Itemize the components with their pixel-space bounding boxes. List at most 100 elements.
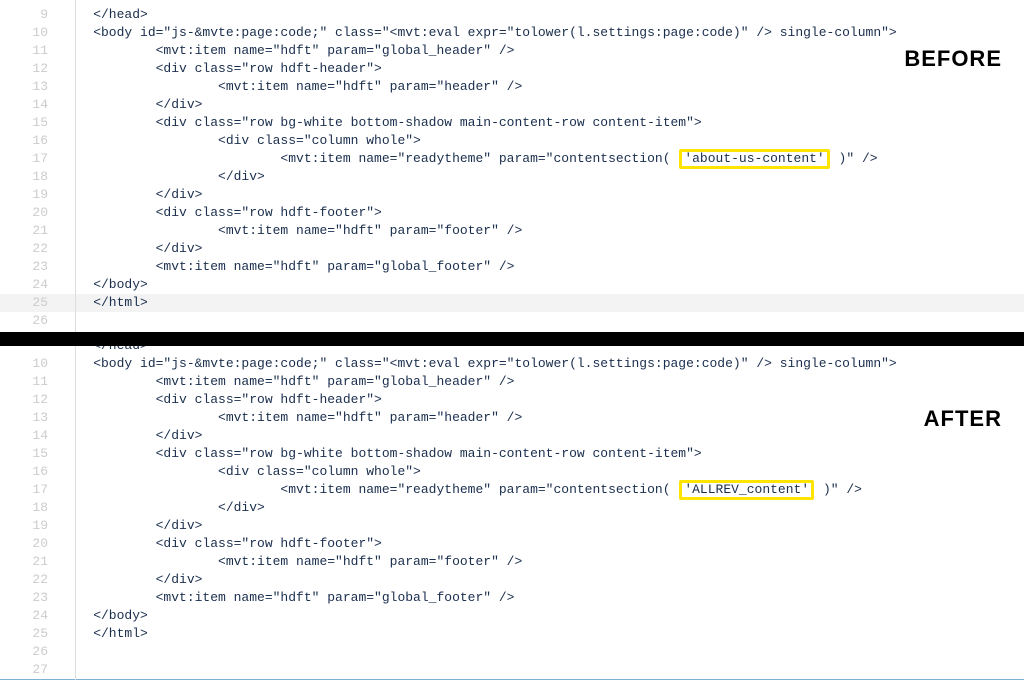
line-number: 18 <box>0 499 62 517</box>
code-text: <mvt:item name="hdft" param="global_foot… <box>62 258 514 276</box>
code-text: </div> <box>62 168 265 186</box>
code-text: <mvt:item name="hdft" param="global_head… <box>62 373 514 391</box>
code-text: <div class="row bg-white bottom-shadow m… <box>62 445 702 463</box>
code-line: 22 </div> <box>0 571 1024 589</box>
line-number: 11 <box>0 42 62 60</box>
code-text: <mvt:item name="readytheme" param="conte… <box>62 480 862 500</box>
line-number: 16 <box>0 132 62 150</box>
code-text: <body id="js-&mvte:page:code;" class="<m… <box>62 355 897 373</box>
line-number: 14 <box>0 427 62 445</box>
highlighted-token: 'about-us-content' <box>679 149 829 169</box>
line-number: 27 <box>0 661 62 679</box>
line-number: 22 <box>0 571 62 589</box>
line-number: 12 <box>0 60 62 78</box>
line-number: 26 <box>0 312 62 330</box>
code-line: 14 </div> <box>0 427 1024 445</box>
line-number: 12 <box>0 391 62 409</box>
code-line: 25 </html> <box>0 625 1024 643</box>
code-line: 9 </head> <box>0 6 1024 24</box>
code-text: <div class="row hdft-header"> <box>62 391 382 409</box>
code-line: 27 <box>0 661 1024 679</box>
code-text: </div> <box>62 427 202 445</box>
code-text: <mvt:item name="hdft" param="global_foot… <box>62 589 514 607</box>
code-text: <mvt:item name="hdft" param="footer" /> <box>62 553 522 571</box>
gutter-rule <box>75 0 76 332</box>
gutter-rule <box>75 346 76 680</box>
code-line: 18 </div> <box>0 168 1024 186</box>
code-editor-after: AFTER </head>10 <body id="js-&mvte:page:… <box>0 346 1024 680</box>
code-line: 11 <mvt:item name="hdft" param="global_h… <box>0 42 1024 60</box>
code-line: 17 <mvt:item name="readytheme" param="co… <box>0 481 1024 499</box>
line-number: 11 <box>0 373 62 391</box>
highlighted-token: 'ALLREV_content' <box>679 480 814 500</box>
code-line: 12 <div class="row hdft-header"> <box>0 60 1024 78</box>
code-line: </head> <box>0 346 1024 355</box>
line-number: 19 <box>0 517 62 535</box>
code-line: 21 <mvt:item name="hdft" param="footer" … <box>0 553 1024 571</box>
line-number: 10 <box>0 24 62 42</box>
code-line: 23 <mvt:item name="hdft" param="global_f… <box>0 589 1024 607</box>
code-text: <mvt:item name="hdft" param="global_head… <box>62 42 514 60</box>
line-number: 25 <box>0 294 62 312</box>
code-line: 20 <div class="row hdft-footer"> <box>0 204 1024 222</box>
line-number: 21 <box>0 222 62 240</box>
code-text: <mvt:item name="hdft" param="header" /> <box>62 409 522 427</box>
code-line: 10 <body id="js-&mvte:page:code;" class=… <box>0 24 1024 42</box>
line-number: 20 <box>0 535 62 553</box>
code-text: <mvt:item name="hdft" param="header" /> <box>62 78 522 96</box>
code-text: <body id="js-&mvte:page:code;" class="<m… <box>62 24 897 42</box>
line-number: 13 <box>0 78 62 96</box>
label-before: BEFORE <box>904 46 1002 72</box>
code-line: 23 <mvt:item name="hdft" param="global_f… <box>0 258 1024 276</box>
label-after: AFTER <box>924 406 1002 432</box>
section-divider <box>0 332 1024 346</box>
code-line: 19 </div> <box>0 186 1024 204</box>
code-line: 12 <div class="row hdft-header"> <box>0 391 1024 409</box>
line-number: 9 <box>0 6 62 24</box>
code-text: <mvt:item name="readytheme" param="conte… <box>62 149 878 169</box>
line-number: 18 <box>0 168 62 186</box>
line-number: 21 <box>0 553 62 571</box>
code-text: </div> <box>62 96 202 114</box>
line-number: 17 <box>0 150 62 168</box>
code-line: 24 </body> <box>0 276 1024 294</box>
code-text: </div> <box>62 499 265 517</box>
line-number: 15 <box>0 445 62 463</box>
code-text: <div class="column whole"> <box>62 132 421 150</box>
code-line: 26 <box>0 312 1024 330</box>
code-line: 13 <mvt:item name="hdft" param="header" … <box>0 409 1024 427</box>
code-line: 19 </div> <box>0 517 1024 535</box>
code-line: 21 <mvt:item name="hdft" param="footer" … <box>0 222 1024 240</box>
line-number: 19 <box>0 186 62 204</box>
code-line: 17 <mvt:item name="readytheme" param="co… <box>0 150 1024 168</box>
line-number: 24 <box>0 607 62 625</box>
code-line: 13 <mvt:item name="hdft" param="header" … <box>0 78 1024 96</box>
code-line: 26 <box>0 643 1024 661</box>
code-text: </div> <box>62 571 202 589</box>
code-editor-before: BEFORE 9 </head>10 <body id="js-&mvte:pa… <box>0 0 1024 332</box>
code-line: 16 <div class="column whole"> <box>0 132 1024 150</box>
code-text: <mvt:item name="hdft" param="footer" /> <box>62 222 522 240</box>
code-line: 25 </html> <box>0 294 1024 312</box>
line-number: 26 <box>0 643 62 661</box>
code-text: <div class="row hdft-footer"> <box>62 204 382 222</box>
code-line: 18 </div> <box>0 499 1024 517</box>
code-line: 24 </body> <box>0 607 1024 625</box>
code-line: 10 <body id="js-&mvte:page:code;" class=… <box>0 355 1024 373</box>
line-number: 16 <box>0 463 62 481</box>
code-text: </div> <box>62 517 202 535</box>
code-line: 20 <div class="row hdft-footer"> <box>0 535 1024 553</box>
line-number: 25 <box>0 625 62 643</box>
code-line: 14 </div> <box>0 96 1024 114</box>
code-line: 22 </div> <box>0 240 1024 258</box>
line-number: 13 <box>0 409 62 427</box>
line-number: 24 <box>0 276 62 294</box>
line-number: 22 <box>0 240 62 258</box>
code-line: 16 <div class="column whole"> <box>0 463 1024 481</box>
editor-bottom-border <box>0 679 1024 680</box>
code-text: <div class="row hdft-header"> <box>62 60 382 78</box>
line-number: 17 <box>0 481 62 499</box>
code-text: <div class="column whole"> <box>62 463 421 481</box>
line-number: 14 <box>0 96 62 114</box>
line-number: 23 <box>0 589 62 607</box>
